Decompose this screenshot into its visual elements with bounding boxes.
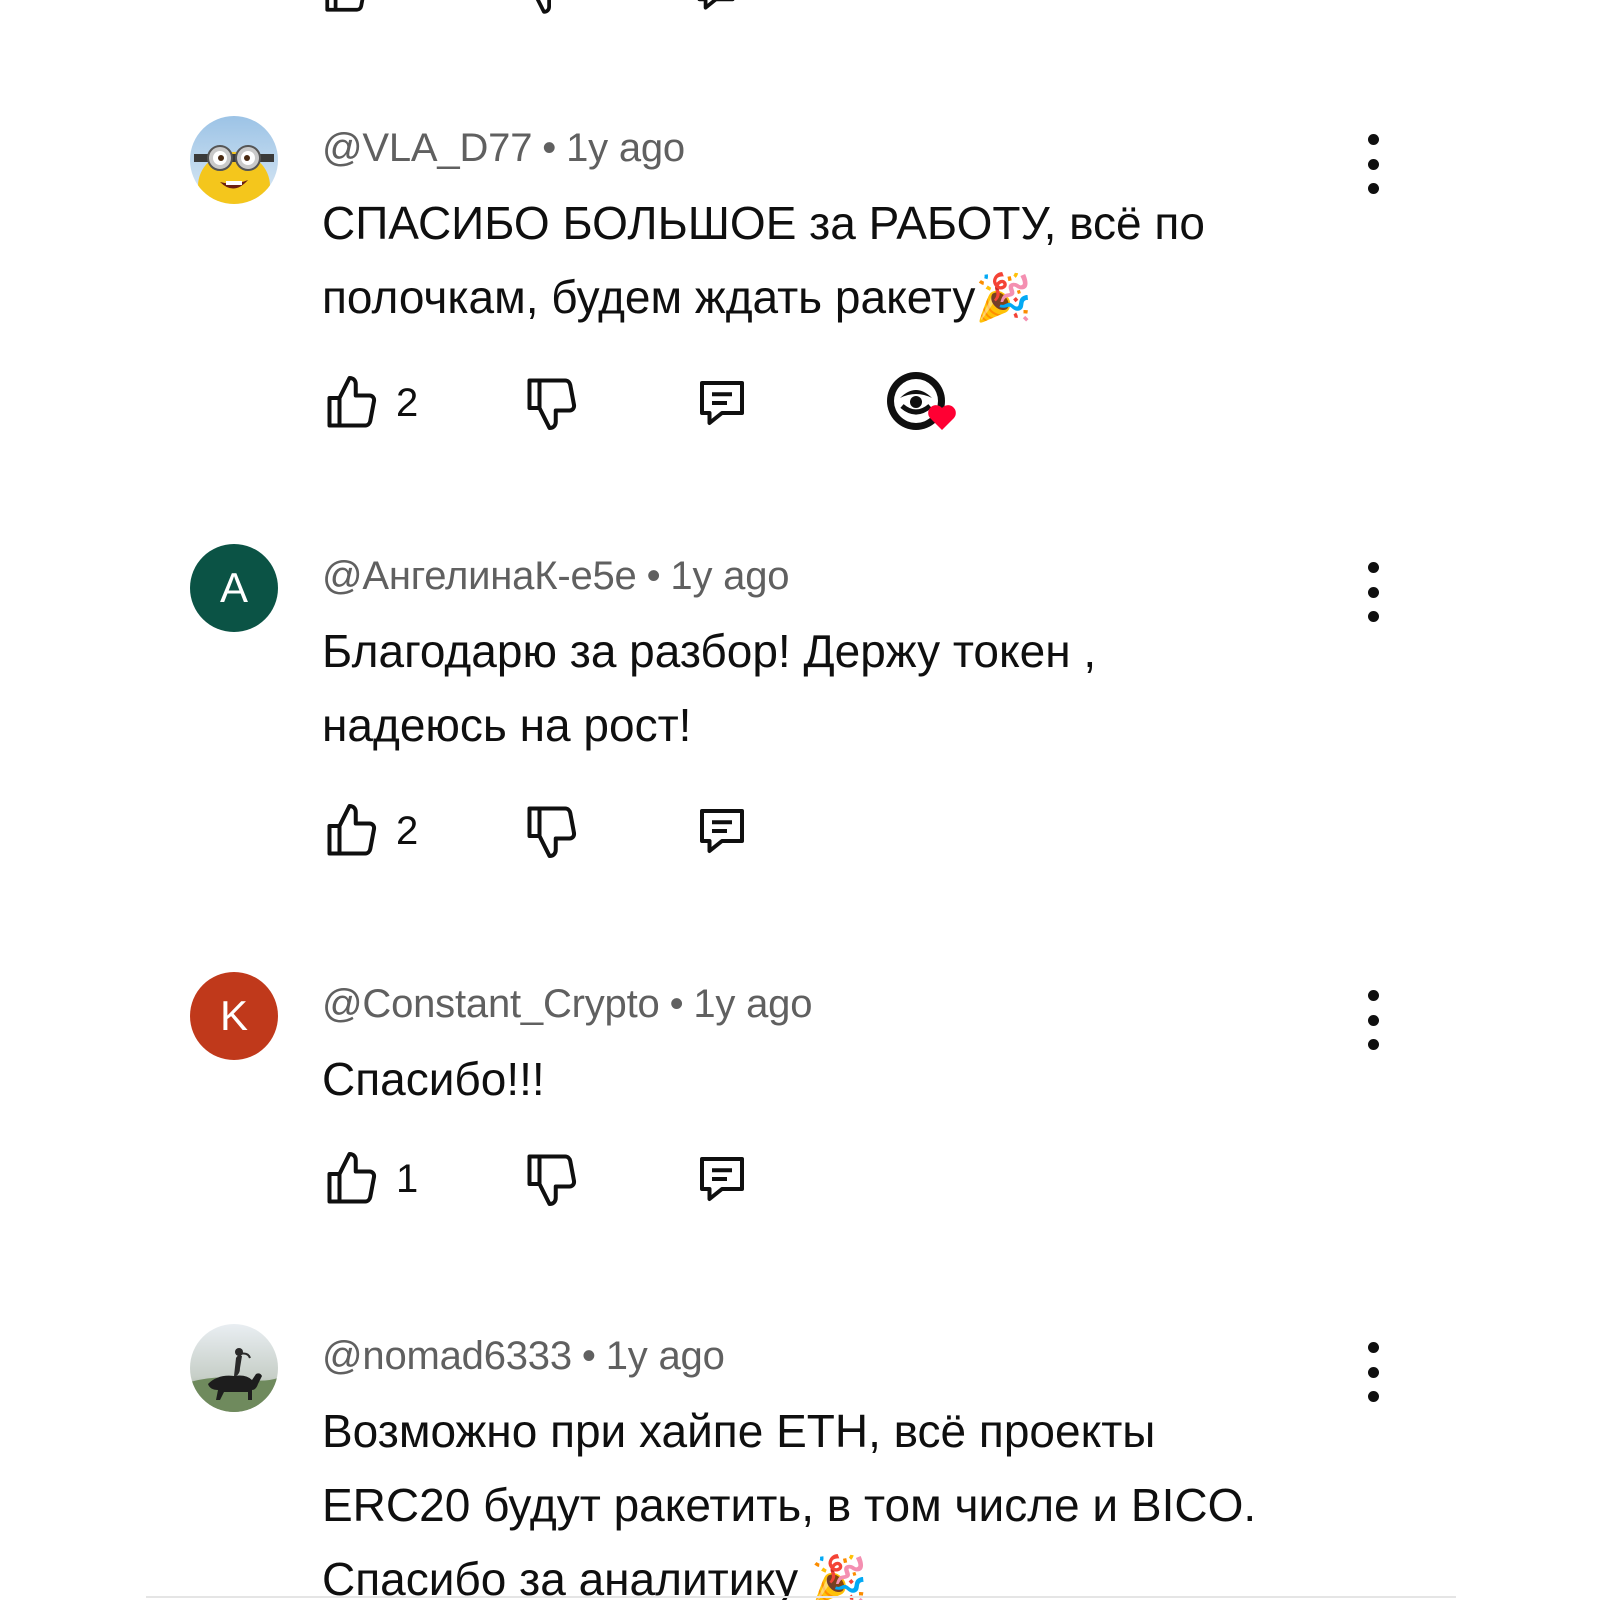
creator-heart-icon [887, 372, 956, 430]
dislike-icon [527, 378, 577, 430]
like-button[interactable]: 2 [322, 796, 418, 866]
meta-separator: • [669, 982, 684, 1026]
reply-icon [700, 1157, 744, 1201]
reply-icon [700, 381, 744, 425]
dislike-button[interactable] [522, 1144, 582, 1214]
comment-meta: @АнгелинаК-е5е • 1y ago [322, 554, 790, 599]
dislike-button[interactable] [522, 368, 582, 438]
dislike-icon[interactable] [516, 0, 576, 16]
horse-rider-avatar-icon [190, 1324, 278, 1412]
meta-separator: • [646, 554, 661, 598]
comment-text: СПАСИБО БОЛЬШОЕ за РАБОТУ, всё по полочк… [322, 197, 1205, 323]
comment-actions: 1 [322, 1144, 1122, 1214]
more-options-icon[interactable] [1353, 990, 1393, 1050]
creator-heart [886, 368, 966, 438]
reply-icon [700, 809, 744, 853]
like-count: 2 [396, 808, 419, 853]
previous-comment-actions: 2 [316, 0, 816, 16]
avatar[interactable]: А [190, 544, 278, 632]
comment-actions: 2 [322, 368, 1122, 438]
comment-meta: @nomad6333 • 1y ago [322, 1334, 725, 1379]
reply-button[interactable] [692, 368, 752, 438]
like-button[interactable]: 2 [322, 368, 418, 438]
reply-button[interactable] [692, 1144, 752, 1214]
comment-age: 1y ago [566, 126, 685, 170]
comment-meta: @VLA_D77 • 1y ago [322, 126, 685, 171]
comments-page: 2 [0, 0, 1600, 1600]
more-options-icon[interactable] [1353, 1342, 1393, 1402]
reply-icon[interactable] [686, 0, 746, 16]
author-name[interactable]: @nomad6333 [322, 1334, 572, 1378]
comment-age: 1y ago [670, 554, 790, 598]
avatar-letter: А [219, 564, 248, 611]
like-icon [327, 1152, 377, 1204]
avatar[interactable] [190, 1324, 278, 1412]
avatar-letter: K [219, 992, 248, 1039]
like-icon [327, 804, 377, 856]
dislike-icon [527, 1154, 577, 1206]
more-options-icon[interactable] [1353, 562, 1393, 622]
comment-text: Спасибо!!! [322, 1053, 545, 1105]
meta-separator: • [581, 1334, 596, 1378]
bottom-divider [146, 1596, 1456, 1598]
reply-button[interactable] [692, 796, 752, 866]
dislike-icon [527, 806, 577, 858]
comment-text: Благодарю за разбор! Держу токен , надею… [322, 625, 1097, 751]
avatar[interactable]: K [190, 972, 278, 1060]
like-button[interactable]: 1 [322, 1144, 418, 1214]
minion-avatar-icon [190, 116, 278, 204]
like-count: 2 [396, 380, 419, 425]
more-options-icon[interactable] [1353, 134, 1393, 194]
author-name[interactable]: @Constant_Crypto [322, 982, 660, 1026]
author-name[interactable]: @АнгелинаК-е5е [322, 554, 637, 598]
comment-meta: @Constant_Crypto • 1y ago [322, 982, 812, 1027]
avatar[interactable] [190, 116, 278, 204]
comment-age: 1y ago [605, 1334, 725, 1378]
comment-text: Возможно при хайпе ETH, всё проекты ERC2… [322, 1405, 1257, 1600]
like-count: 1 [396, 1156, 419, 1201]
comment-age: 1y ago [693, 982, 813, 1026]
comment-actions: 2 [322, 796, 1122, 866]
like-icon [327, 376, 377, 428]
like-icon[interactable] [316, 0, 376, 16]
author-name[interactable]: @VLA_D77 [322, 126, 532, 170]
previous-like-count: 2 [386, 0, 408, 9]
dislike-button[interactable] [522, 796, 582, 866]
meta-separator: • [542, 126, 557, 170]
